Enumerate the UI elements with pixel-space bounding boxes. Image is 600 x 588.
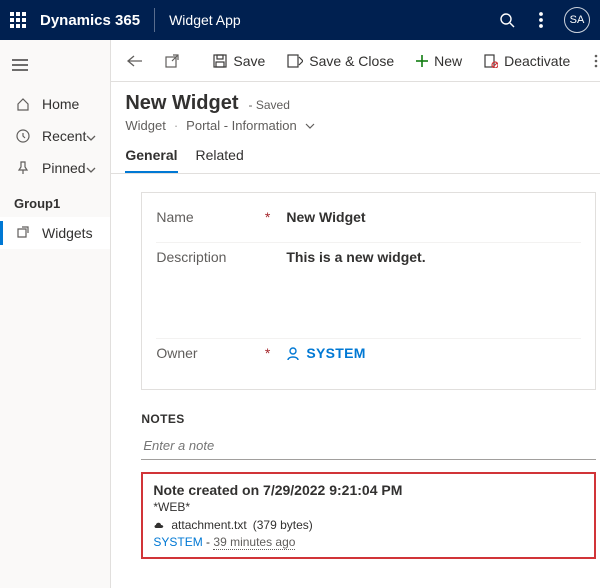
nav-home[interactable]: Home — [0, 88, 110, 120]
clock-icon — [14, 129, 32, 143]
note-timestamp: 39 minutes ago — [213, 535, 295, 550]
note-subtitle: *WEB* — [153, 500, 584, 514]
chevron-down-icon — [86, 128, 96, 144]
app-launcher-icon[interactable] — [10, 12, 26, 28]
name-label: Name — [156, 209, 193, 225]
save-button[interactable]: Save — [203, 40, 275, 81]
nav-recent-label: Recent — [42, 128, 86, 144]
field-name[interactable]: Name * New Widget — [156, 203, 581, 243]
deactivate-button[interactable]: Deactivate — [474, 40, 580, 81]
note-title: Note created on 7/29/2022 9:21:04 PM — [153, 482, 584, 498]
save-icon — [213, 54, 227, 68]
sitemap-sidebar: Home Recent Pinned Group1 Widgets — [0, 40, 111, 588]
back-button[interactable] — [117, 40, 153, 81]
plus-icon — [416, 55, 428, 67]
global-topbar: Dynamics 365 Widget App SA — [0, 0, 600, 40]
cloud-icon — [153, 520, 165, 530]
notes-header: NOTES — [141, 412, 596, 426]
nav-widgets-label: Widgets — [42, 225, 93, 241]
attachment-name[interactable]: attachment.txt — [171, 518, 246, 532]
form-body: Name * New Widget Description This is a n… — [111, 174, 600, 588]
entity-icon — [14, 226, 32, 240]
save-label: Save — [233, 53, 265, 69]
deactivate-label: Deactivate — [504, 53, 570, 69]
field-owner[interactable]: Owner * SYSTEM — [156, 339, 581, 379]
search-icon[interactable] — [490, 0, 524, 40]
form-section: Name * New Widget Description This is a n… — [141, 192, 596, 390]
brand-label: Dynamics 365 — [40, 12, 140, 29]
command-overflow-button[interactable] — [584, 40, 600, 81]
form-tabs: General Related — [111, 133, 600, 174]
chevron-down-icon — [86, 160, 96, 176]
field-description[interactable]: Description This is a new widget. — [156, 243, 581, 339]
divider — [154, 8, 155, 32]
separator: · — [174, 118, 178, 133]
home-icon — [14, 97, 32, 111]
nav-pinned-label: Pinned — [42, 160, 86, 176]
required-indicator: * — [265, 345, 286, 361]
new-button[interactable]: New — [406, 40, 472, 81]
more-vertical-icon[interactable] — [524, 0, 558, 40]
entity-name: Widget — [125, 118, 165, 133]
tab-general[interactable]: General — [125, 147, 177, 173]
person-icon — [286, 346, 300, 360]
deactivate-icon — [484, 54, 498, 68]
save-close-label: Save & Close — [309, 53, 394, 69]
main-area: Save Save & Close New Deactivate New Wid… — [111, 40, 600, 588]
attachment-size: (379 bytes) — [253, 518, 313, 532]
note-input[interactable] — [141, 432, 596, 460]
nav-recent[interactable]: Recent — [0, 120, 110, 152]
note-author[interactable]: SYSTEM — [153, 535, 202, 549]
record-status: - Saved — [249, 98, 290, 112]
tab-related[interactable]: Related — [196, 147, 244, 173]
owner-label: Owner — [156, 345, 197, 361]
pin-icon — [14, 161, 32, 175]
new-label: New — [434, 53, 462, 69]
owner-value[interactable]: SYSTEM — [306, 345, 365, 361]
form-header: New Widget - Saved Widget · Portal - Inf… — [111, 82, 600, 133]
nav-pinned[interactable]: Pinned — [0, 152, 110, 184]
record-title: New Widget — [125, 92, 238, 115]
required-indicator: * — [265, 209, 286, 225]
note-item[interactable]: Note created on 7/29/2022 9:21:04 PM *WE… — [141, 472, 596, 559]
open-new-window-button[interactable] — [155, 40, 189, 81]
app-name: Widget App — [169, 12, 241, 28]
nav-widgets[interactable]: Widgets — [0, 217, 110, 249]
nav-group-label: Group1 — [0, 190, 110, 217]
hamburger-icon[interactable] — [0, 50, 40, 80]
save-close-icon — [287, 54, 303, 68]
user-avatar[interactable]: SA — [564, 7, 590, 33]
command-bar: Save Save & Close New Deactivate — [111, 40, 600, 82]
description-value: This is a new widget. — [286, 249, 425, 265]
form-selector[interactable]: Portal - Information — [186, 118, 297, 133]
description-label: Description — [156, 249, 226, 265]
name-value: New Widget — [286, 209, 365, 225]
nav-home-label: Home — [42, 96, 79, 112]
chevron-down-icon — [305, 123, 315, 129]
save-close-button[interactable]: Save & Close — [277, 40, 404, 81]
